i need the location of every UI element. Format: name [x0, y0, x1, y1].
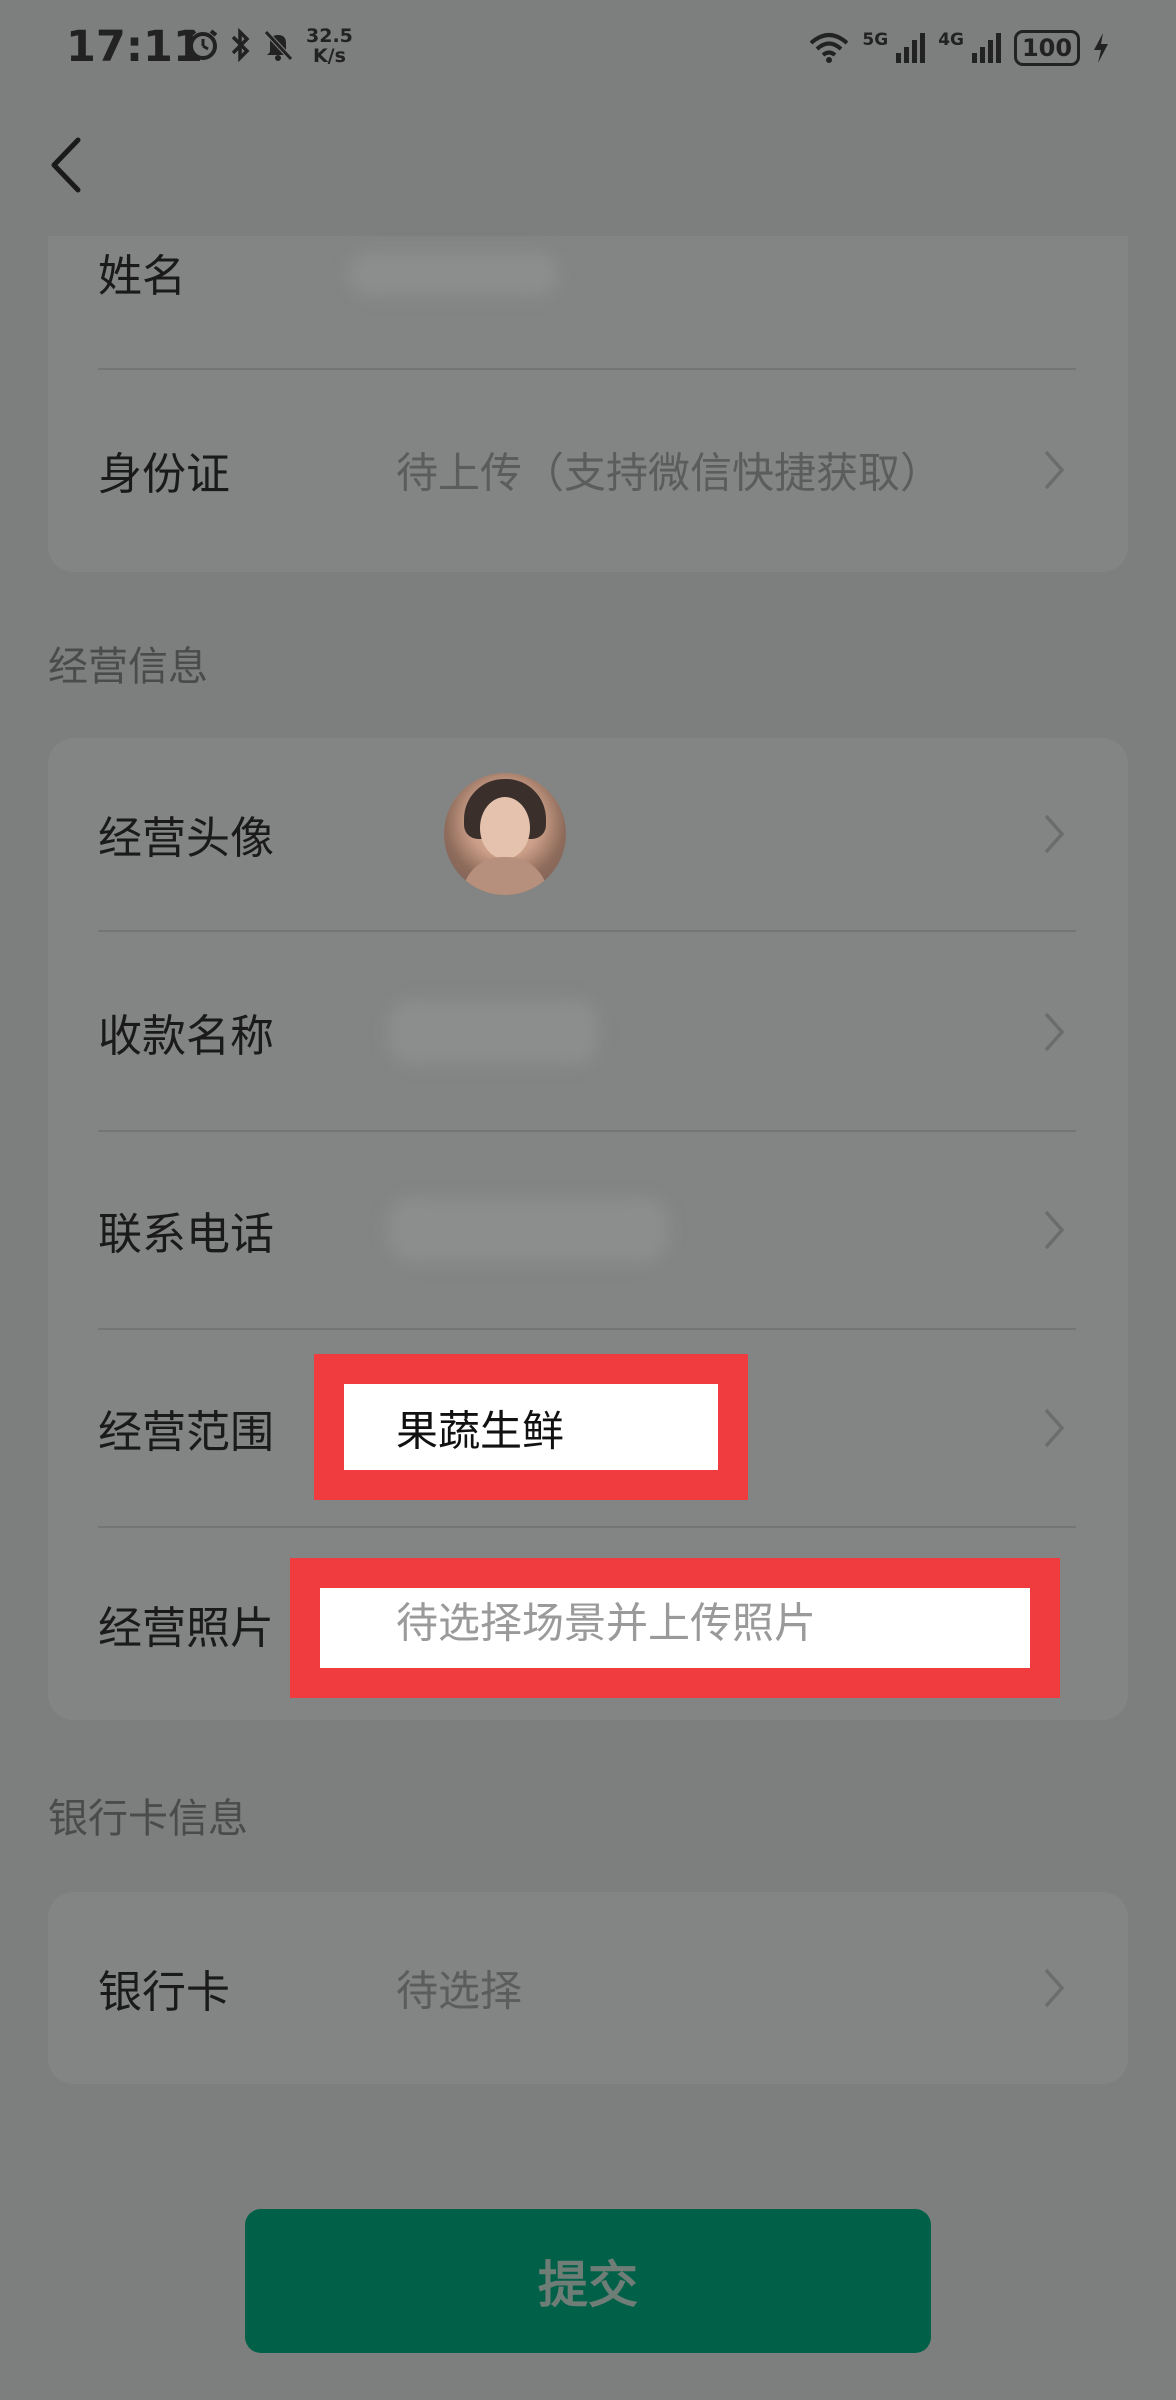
signal-2-label: 4G: [938, 30, 964, 50]
bank-card: 银行卡 待选择: [48, 1892, 1128, 2084]
payee-name-label: 收款名称: [98, 1011, 274, 1062]
battery-icon: 100: [1014, 30, 1080, 66]
bank-card-label: 银行卡: [98, 1967, 230, 2018]
divider: [98, 1130, 1076, 1132]
chevron-right-icon: [1044, 1408, 1065, 1448]
signal-icon: [972, 33, 1001, 63]
status-time: 17:11: [66, 22, 203, 72]
wifi-icon: [810, 33, 849, 63]
business-avatar-label: 经营头像: [98, 813, 274, 864]
divider: [98, 1526, 1076, 1528]
business-scope-value: 果蔬生鲜: [396, 1406, 565, 1456]
id-card-value: 待上传（支持微信快捷获取）: [396, 448, 943, 498]
back-button[interactable]: [40, 130, 100, 200]
mute-icon: [264, 30, 293, 61]
charging-icon: [1094, 33, 1108, 63]
name-value-blurred: [348, 252, 558, 296]
business-scope-label: 经营范围: [98, 1407, 274, 1458]
chevron-right-icon: [1044, 1968, 1065, 2008]
status-icons-right: 5G 4G 100: [808, 30, 1110, 66]
chevron-right-icon: [1044, 450, 1065, 490]
business-photo-label: 经营照片: [98, 1603, 274, 1654]
net-speed-value: 32.5: [306, 25, 353, 47]
signal-1-label: 5G: [862, 30, 889, 50]
alarm-icon: [188, 29, 218, 60]
divider: [98, 1328, 1076, 1330]
bluetooth-icon: [231, 28, 250, 62]
name-label: 姓名: [98, 251, 186, 302]
avatar: [444, 773, 566, 895]
payee-name-value-blurred: [388, 1000, 598, 1064]
chevron-left-icon: [51, 137, 81, 193]
chevron-right-icon: [1044, 814, 1065, 854]
id-card-label: 身份证: [98, 449, 230, 500]
chevron-right-icon: [1044, 1012, 1065, 1052]
business-section-title: 经营信息: [48, 644, 208, 690]
net-speed: 32.5 K/s: [306, 26, 353, 66]
identity-card: 姓名 身份证 待上传（支持微信快捷获取）: [48, 236, 1128, 572]
net-speed-unit: K/s: [312, 45, 346, 67]
divider: [98, 368, 1076, 370]
signal-icon: [896, 33, 926, 63]
bank-card-value: 待选择: [396, 1966, 523, 2016]
chevron-right-icon: [1044, 1210, 1065, 1250]
submit-button[interactable]: 提交: [245, 2209, 931, 2353]
phone-label: 联系电话: [98, 1209, 274, 1260]
status-icons-left: [186, 28, 294, 62]
business-photo-value: 待选择场景并上传照片: [396, 1598, 817, 1648]
status-bar: 17:11 32.5 K/s 5G 4G 100: [0, 0, 1176, 100]
bank-section-title: 银行卡信息: [48, 1796, 248, 1842]
phone-value-blurred: [388, 1198, 668, 1262]
business-card: 经营头像 收款名称 联系电话 经营范围 果蔬生鲜 经营照片 待选择场景并上传照片: [48, 738, 1128, 1720]
divider: [98, 930, 1076, 932]
